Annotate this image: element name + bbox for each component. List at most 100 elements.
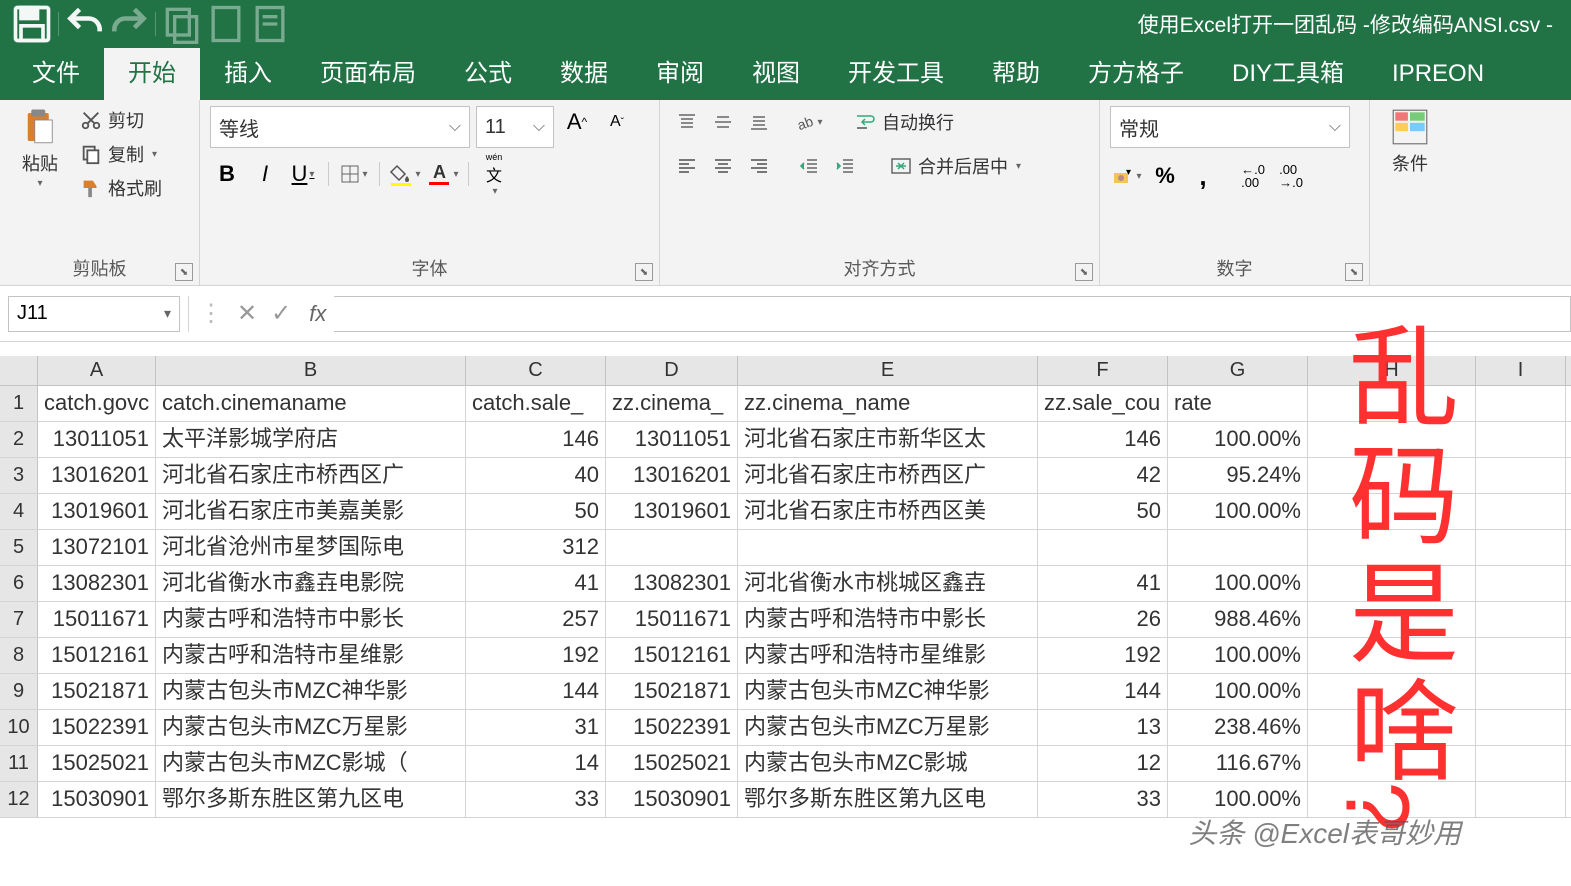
paste-button[interactable]: 粘贴 ▾ — [10, 106, 70, 189]
cell[interactable]: 内蒙古呼和浩特市星维影 — [738, 638, 1038, 673]
tab-pagelayout[interactable]: 页面布局 — [296, 43, 440, 100]
cell[interactable]: 13011051 — [606, 422, 738, 457]
cell[interactable]: 33 — [1038, 782, 1168, 817]
tab-diy[interactable]: DIY工具箱 — [1208, 43, 1368, 100]
cell[interactable]: 26 — [1038, 602, 1168, 637]
align-middle-icon[interactable] — [706, 106, 740, 138]
cell[interactable]: 14 — [466, 746, 606, 781]
cell[interactable]: 146 — [1038, 422, 1168, 457]
cell[interactable]: 15030901 — [606, 782, 738, 817]
cell[interactable]: 内蒙古呼和浩特市星维影 — [156, 638, 466, 673]
cell[interactable] — [1476, 386, 1566, 421]
cell[interactable]: 15021871 — [606, 674, 738, 709]
decrease-font-icon[interactable]: Aˇ — [600, 106, 634, 138]
clipboard-launcher-icon[interactable]: ⬊ — [175, 263, 193, 281]
row-header[interactable]: 12 — [0, 782, 38, 817]
cell[interactable]: 内蒙古包头市MZC万星影 — [156, 710, 466, 745]
align-bottom-icon[interactable] — [742, 106, 776, 138]
save-icon[interactable] — [10, 4, 54, 44]
select-all-corner[interactable] — [0, 356, 38, 385]
col-header[interactable]: B — [156, 356, 466, 385]
tab-view[interactable]: 视图 — [728, 43, 824, 100]
align-center-icon[interactable] — [706, 150, 740, 182]
cell[interactable] — [1476, 494, 1566, 529]
increase-indent-icon[interactable] — [828, 150, 862, 182]
cell[interactable]: 144 — [1038, 674, 1168, 709]
cell[interactable] — [1476, 638, 1566, 673]
cell[interactable]: 312 — [466, 530, 606, 565]
cell[interactable] — [1476, 422, 1566, 457]
cell[interactable]: 100.00% — [1168, 566, 1308, 601]
cut-button[interactable]: 剪切 — [76, 106, 166, 134]
undo-icon[interactable] — [63, 4, 107, 44]
cell[interactable]: 41 — [1038, 566, 1168, 601]
cell[interactable]: 13019601 — [38, 494, 156, 529]
number-format-combo[interactable]: 常规⌵ — [1110, 106, 1350, 148]
font-launcher-icon[interactable]: ⬊ — [635, 263, 653, 281]
cell[interactable]: 河北省沧州市星梦国际电 — [156, 530, 466, 565]
cell[interactable] — [1476, 782, 1566, 817]
tab-file[interactable]: 文件 — [8, 43, 104, 100]
row-header[interactable]: 10 — [0, 710, 38, 745]
tab-developer[interactable]: 开发工具 — [824, 43, 968, 100]
cell[interactable]: 内蒙古呼和浩特市中影长 — [738, 602, 1038, 637]
cell[interactable]: 42 — [1038, 458, 1168, 493]
col-header[interactable]: F — [1038, 356, 1168, 385]
cell[interactable]: rate — [1168, 386, 1308, 421]
cell[interactable] — [1476, 674, 1566, 709]
row-header[interactable]: 5 — [0, 530, 38, 565]
cell[interactable]: 15012161 — [606, 638, 738, 673]
cell[interactable]: 鄂尔多斯东胜区第九区电 — [156, 782, 466, 817]
align-launcher-icon[interactable]: ⬊ — [1075, 263, 1093, 281]
cell[interactable]: 内蒙古包头市MZC影城 — [738, 746, 1038, 781]
tab-home[interactable]: 开始 — [104, 43, 200, 100]
cell[interactable]: 40 — [466, 458, 606, 493]
row-header[interactable]: 11 — [0, 746, 38, 781]
col-header[interactable]: E — [738, 356, 1038, 385]
cell[interactable]: 15022391 — [38, 710, 156, 745]
orientation-icon[interactable]: ab — [792, 106, 826, 138]
cell[interactable] — [1476, 710, 1566, 745]
cell[interactable]: 河北省衡水市桃城区鑫壵 — [738, 566, 1038, 601]
copy-button[interactable]: 复制 — [76, 140, 166, 168]
cell[interactable] — [1476, 530, 1566, 565]
number-launcher-icon[interactable]: ⬊ — [1345, 263, 1363, 281]
decrease-indent-icon[interactable] — [792, 150, 826, 182]
row-header[interactable]: 4 — [0, 494, 38, 529]
tab-insert[interactable]: 插入 — [200, 43, 296, 100]
cell[interactable] — [606, 530, 738, 565]
bold-icon[interactable]: B — [210, 158, 244, 190]
tab-formulas[interactable]: 公式 — [440, 43, 536, 100]
namebox-expand-icon[interactable]: ⋮ — [199, 299, 223, 328]
font-color-icon[interactable]: A — [426, 158, 460, 190]
cell[interactable]: 41 — [466, 566, 606, 601]
phonetic-icon[interactable]: wén文 — [477, 158, 511, 190]
cell[interactable]: 100.00% — [1168, 422, 1308, 457]
cell[interactable]: 13016201 — [38, 458, 156, 493]
cell[interactable]: 50 — [466, 494, 606, 529]
cell[interactable]: 144 — [466, 674, 606, 709]
increase-font-icon[interactable]: A^ — [560, 106, 594, 138]
cell[interactable] — [1168, 530, 1308, 565]
cell[interactable]: catch.cinemaname — [156, 386, 466, 421]
row-header[interactable]: 1 — [0, 386, 38, 421]
col-header[interactable]: G — [1168, 356, 1308, 385]
cell[interactable]: 12 — [1038, 746, 1168, 781]
cell[interactable] — [738, 530, 1038, 565]
increase-decimal-icon[interactable]: ←.0.00 — [1236, 160, 1270, 192]
row-header[interactable]: 2 — [0, 422, 38, 457]
tab-fangfang[interactable]: 方方格子 — [1064, 43, 1208, 100]
merge-center-button[interactable]: 合并后居中 — [886, 152, 1025, 180]
align-right-icon[interactable] — [742, 150, 776, 182]
cell[interactable]: zz.cinema_ — [606, 386, 738, 421]
cell[interactable]: 内蒙古包头市MZC影城（ — [156, 746, 466, 781]
format-painter-button[interactable]: 格式刷 — [76, 174, 166, 202]
cell[interactable]: 95.24% — [1168, 458, 1308, 493]
comma-icon[interactable]: , — [1186, 160, 1220, 192]
cell[interactable]: 238.46% — [1168, 710, 1308, 745]
cell[interactable]: 河北省石家庄市新华区太 — [738, 422, 1038, 457]
name-box[interactable]: J11▾ — [8, 296, 180, 332]
row-header[interactable]: 3 — [0, 458, 38, 493]
cell[interactable]: catch.govc — [38, 386, 156, 421]
col-header[interactable]: C — [466, 356, 606, 385]
